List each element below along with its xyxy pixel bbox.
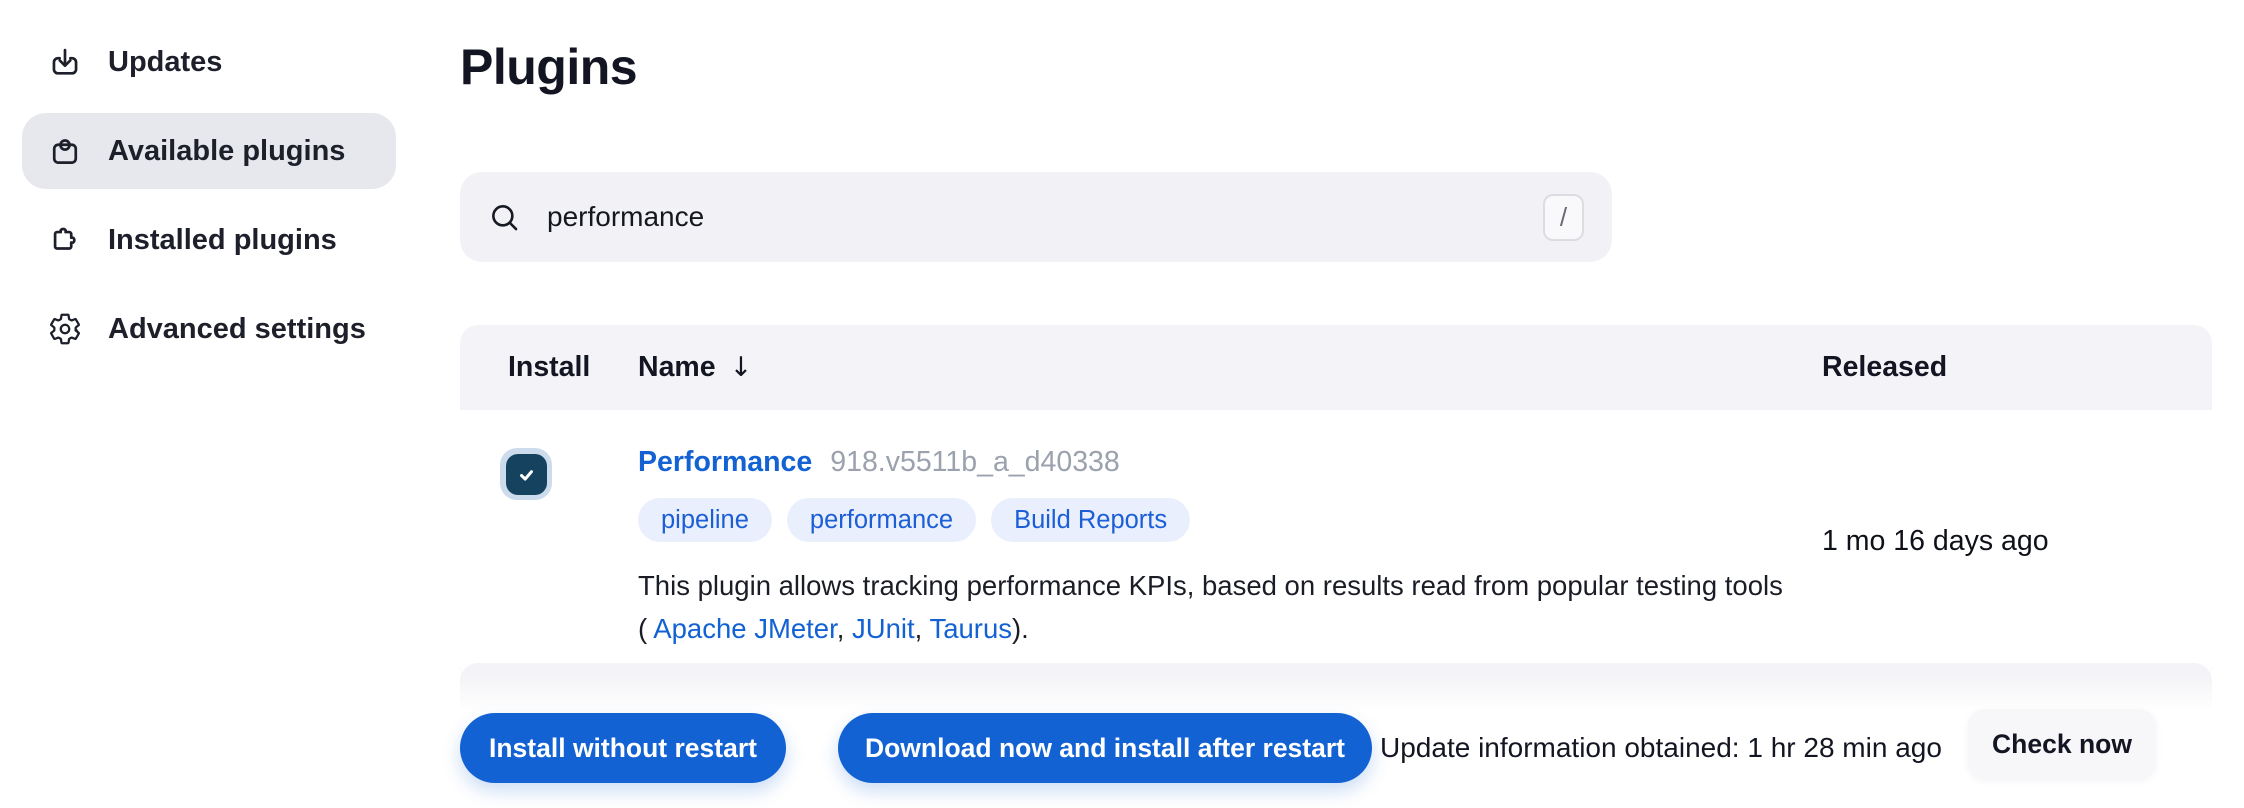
download-install-after-restart-button[interactable]: Download now and install after restart xyxy=(838,713,1372,783)
download-icon xyxy=(48,45,82,79)
column-header-released: Released xyxy=(1822,351,2172,384)
update-status-text: Update information obtained: 1 hr 28 min… xyxy=(1380,713,1942,783)
keyboard-shortcut-badge: / xyxy=(1543,194,1584,241)
install-without-restart-button[interactable]: Install without restart xyxy=(460,713,786,783)
link-apache-jmeter[interactable]: Apache JMeter xyxy=(653,613,836,644)
sort-descending-icon: ↓ xyxy=(730,352,753,383)
install-checkbox[interactable] xyxy=(500,448,552,500)
available-plugins-table: Install Name↓ Released Performance 918.v… xyxy=(460,325,2212,684)
sidebar-item-available-plugins[interactable]: Available plugins xyxy=(22,113,396,189)
search-icon xyxy=(488,201,521,234)
table-row: Performance 918.v5511b_a_d40338 pipeline… xyxy=(460,410,2212,684)
tag-pipeline[interactable]: pipeline xyxy=(638,498,772,542)
released-cell: 1 mo 16 days ago xyxy=(1822,525,2172,572)
gear-icon xyxy=(48,312,82,346)
install-cell xyxy=(508,446,638,650)
plugin-name-link[interactable]: Performance xyxy=(638,446,812,479)
sidebar-item-label: Available plugins xyxy=(108,135,345,168)
tag-build-reports[interactable]: Build Reports xyxy=(991,498,1190,542)
checkbox-checked-box xyxy=(506,454,547,495)
plugin-search-bar: / xyxy=(460,172,1612,262)
sidebar: Updates Available plugins Installed plug… xyxy=(22,24,396,380)
plugin-description: This plugin allows tracking performance … xyxy=(638,564,1788,650)
sidebar-item-label: Installed plugins xyxy=(108,224,337,257)
sidebar-item-label: Updates xyxy=(108,46,222,79)
column-header-install: Install xyxy=(508,351,638,384)
tag-row: pipeline performance Build Reports xyxy=(638,498,1822,542)
column-header-name[interactable]: Name↓ xyxy=(638,351,1822,384)
link-taurus[interactable]: Taurus xyxy=(929,613,1012,644)
checkmark-icon xyxy=(513,461,540,488)
link-junit[interactable]: JUnit xyxy=(852,613,915,644)
puzzle-icon xyxy=(48,223,82,257)
sidebar-item-installed-plugins[interactable]: Installed plugins xyxy=(22,202,396,278)
table-header-row: Install Name↓ Released xyxy=(460,325,2212,410)
check-now-button[interactable]: Check now xyxy=(1968,709,2156,779)
tag-performance[interactable]: performance xyxy=(787,498,976,542)
description-suffix: ). xyxy=(1012,613,1029,644)
link-separator: , xyxy=(915,613,930,644)
page-title: Plugins xyxy=(460,38,637,96)
plugin-version: 918.v5511b_a_d40338 xyxy=(830,446,1120,479)
sidebar-item-updates[interactable]: Updates xyxy=(22,24,396,100)
link-separator: , xyxy=(837,613,852,644)
name-cell: Performance 918.v5511b_a_d40338 pipeline… xyxy=(638,446,1822,650)
search-input[interactable] xyxy=(547,201,1543,233)
bottom-action-bar: Install without restart Download now and… xyxy=(0,676,2244,808)
sidebar-item-advanced-settings[interactable]: Advanced settings xyxy=(22,291,396,367)
bag-icon xyxy=(48,134,82,168)
sidebar-item-label: Advanced settings xyxy=(108,313,366,346)
